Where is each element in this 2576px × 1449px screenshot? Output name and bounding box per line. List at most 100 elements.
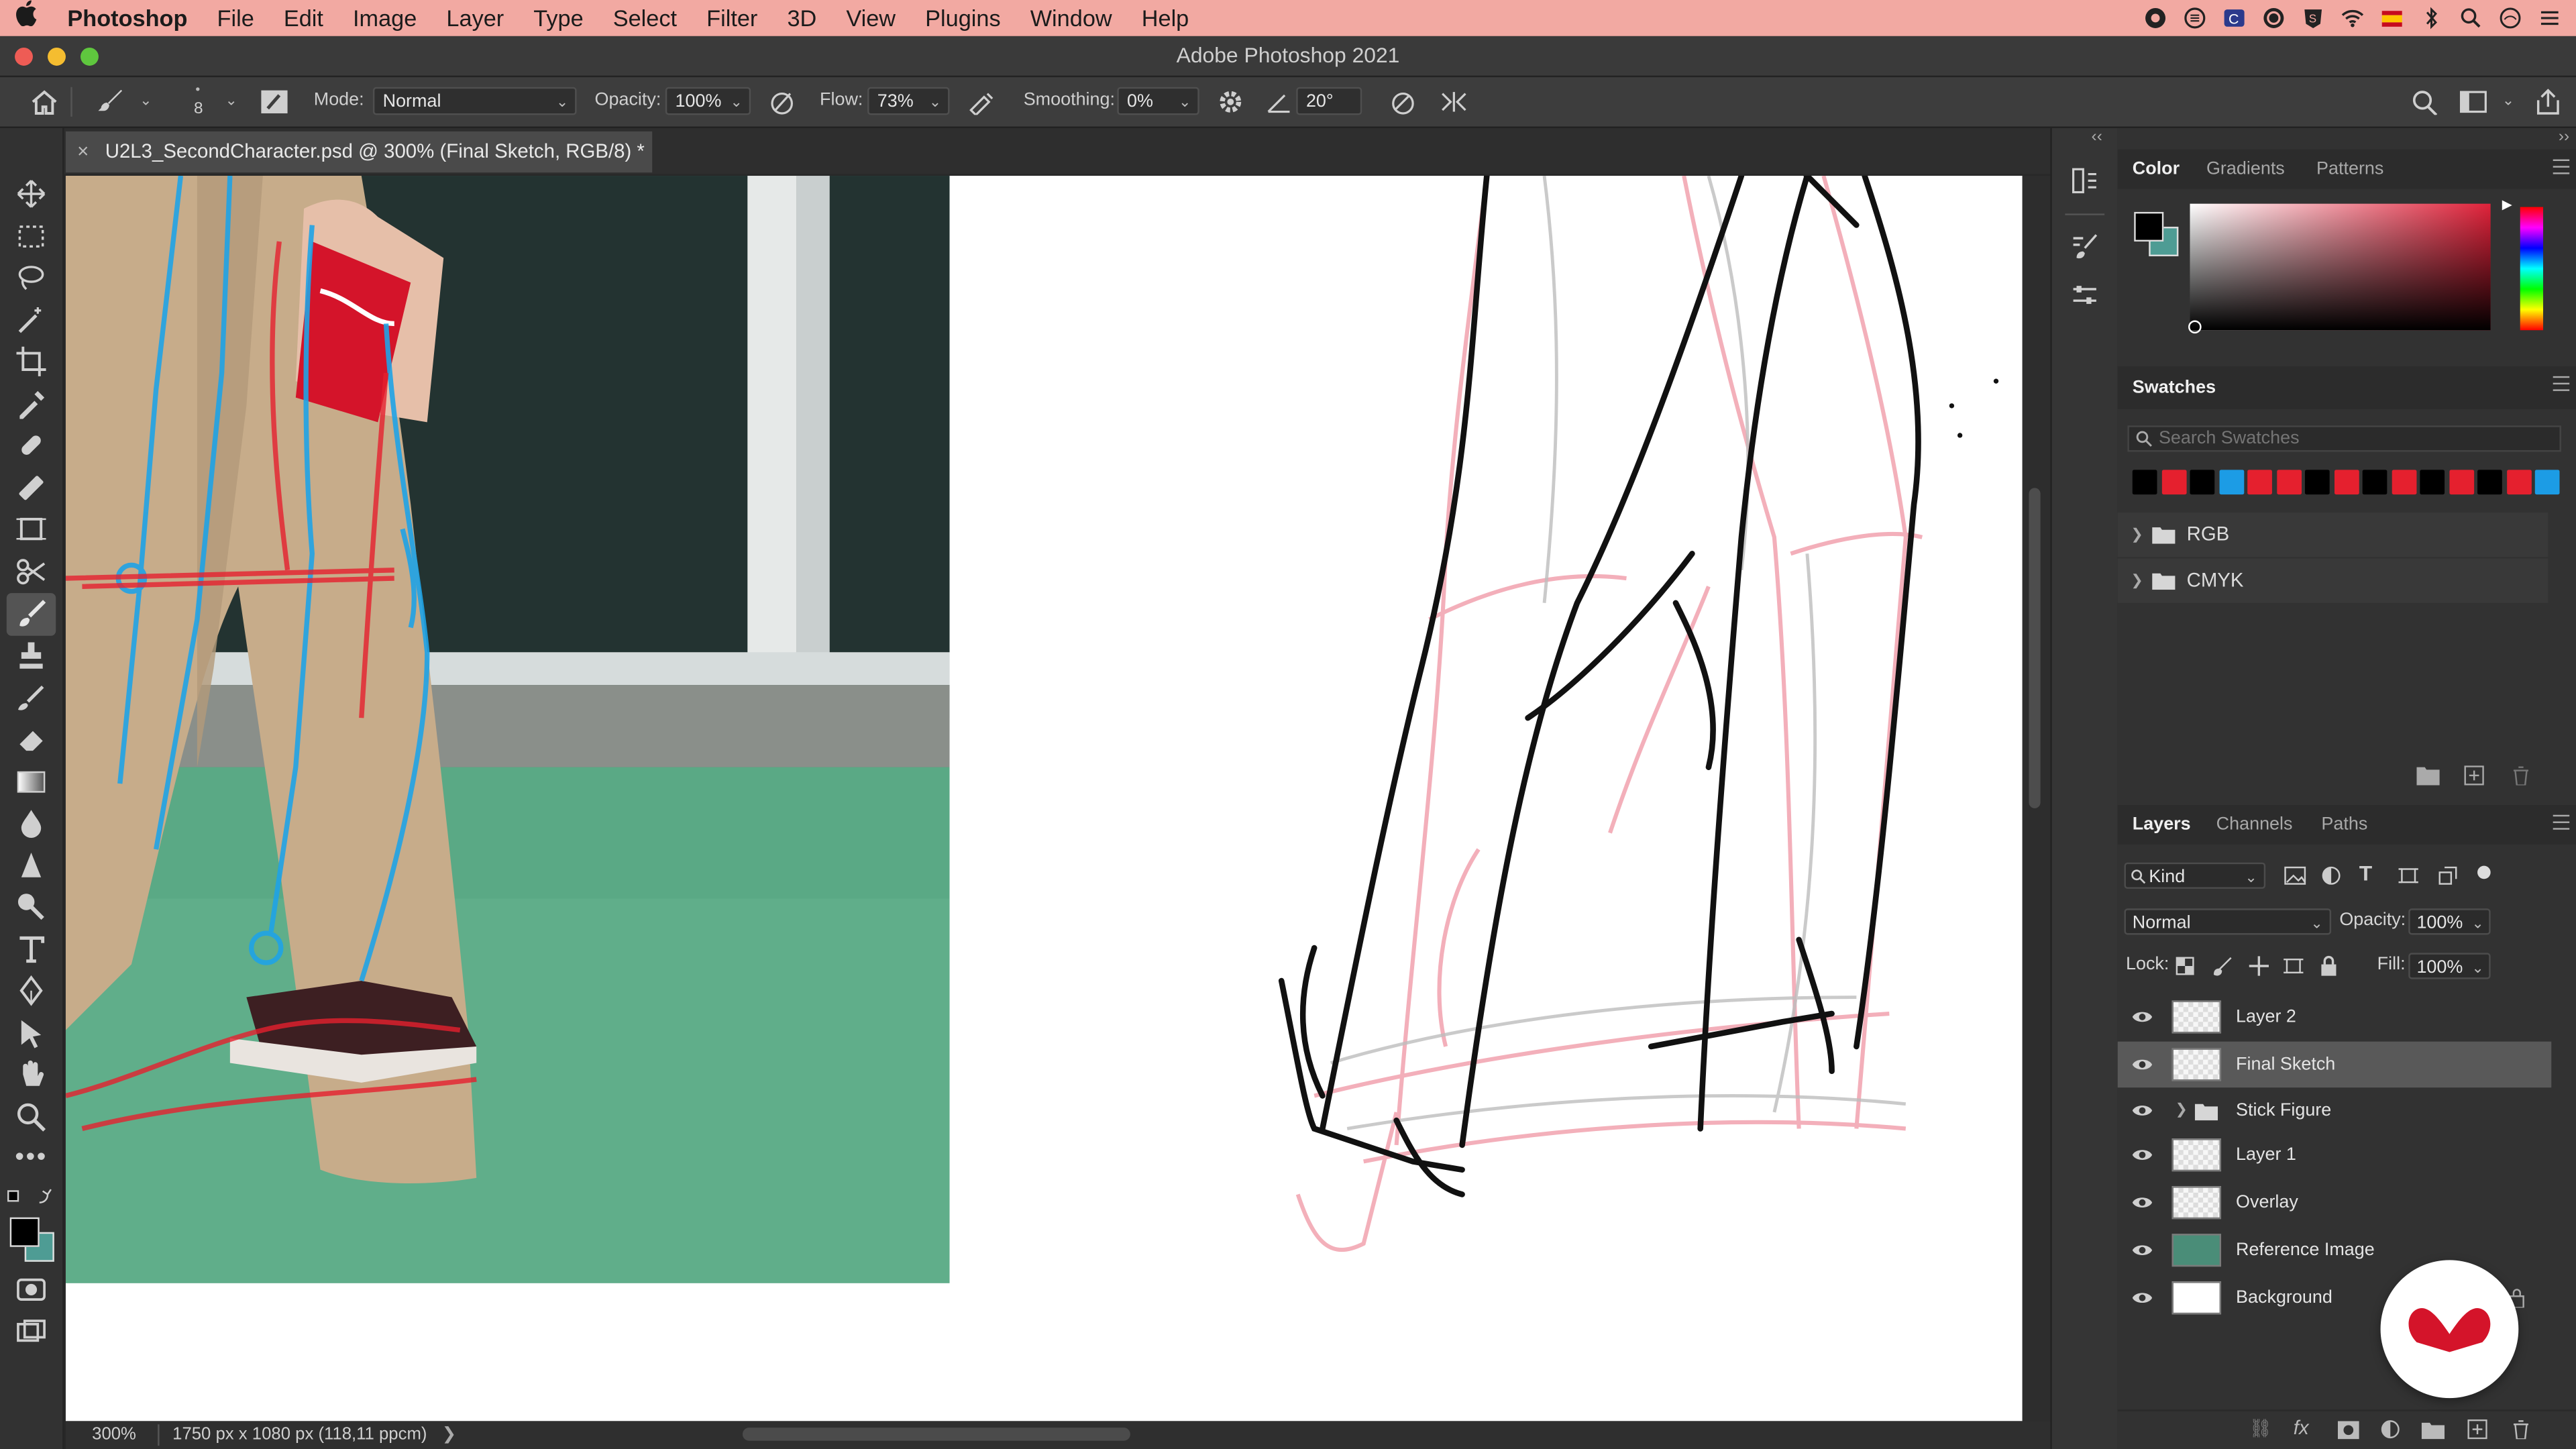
filter-smart-object-icon[interactable] [2438,866,2457,885]
zoom-tool-icon[interactable] [15,1101,48,1134]
status-app-icon-1[interactable] [2142,7,2168,30]
menu-select[interactable]: Select [598,0,692,36]
wifi-icon[interactable] [2339,7,2365,30]
layer-opacity-field[interactable]: 100% ⌄ [2408,908,2491,935]
menu-image[interactable]: Image [338,0,431,36]
path-pen-tool-icon[interactable] [15,974,48,1007]
flow-field[interactable]: 73% ⌄ [867,87,950,115]
document-tab[interactable]: × U2L3_SecondCharacter.psd @ 300% (Final… [65,131,653,173]
brush-picker-chevron-icon[interactable]: ⌄ [225,92,237,110]
eye-icon[interactable] [2132,1007,2153,1026]
gear-icon[interactable] [1216,89,1245,115]
swatch-12[interactable] [2477,470,2502,495]
horizontal-scroll-thumb[interactable] [742,1428,1130,1441]
layer-mask-icon[interactable] [2337,1421,2359,1440]
swatch-3[interactable] [2218,470,2244,495]
new-swatch-icon[interactable] [2464,765,2484,786]
path-selection-tool-icon[interactable] [15,1017,48,1050]
share-icon[interactable] [2533,89,2563,115]
brush-settings-icon[interactable] [260,89,289,115]
eye-icon[interactable] [2132,1240,2153,1260]
swatch-4[interactable] [2247,470,2272,495]
artboard-tool-icon[interactable] [15,513,48,545]
brush-tool-preset-icon[interactable] [97,89,126,115]
swatch-1[interactable] [2161,470,2186,495]
tab-layers[interactable]: Layers [2133,805,2191,845]
swatch-2[interactable] [2190,470,2215,495]
eye-icon[interactable] [2132,1145,2153,1165]
angle-icon[interactable] [1265,89,1295,115]
lock-transparent-pixels-icon[interactable] [2175,956,2194,975]
link-layers-icon[interactable]: ⛓ [2249,1417,2272,1439]
eye-icon[interactable] [2132,1055,2153,1074]
swatch-5[interactable] [2276,470,2301,495]
gradient-tool-icon[interactable] [15,765,48,798]
eye-icon[interactable] [2132,1288,2153,1307]
menu-help[interactable]: Help [1127,0,1204,36]
color-picker-cursor[interactable] [2188,320,2202,334]
swatches-search-input[interactable] [2158,427,2553,451]
swatch-folder-cmyk[interactable]: ❯ CMYK [2117,558,2548,603]
pressure-opacity-icon[interactable] [767,89,797,115]
menu-plugins[interactable]: Plugins [910,0,1016,36]
tab-channels[interactable]: Channels [2216,805,2293,845]
home-icon[interactable] [30,89,59,115]
scissors-tool-icon[interactable] [15,555,48,588]
fx-icon[interactable]: fx [2294,1416,2309,1439]
swatch-8[interactable] [2362,470,2387,495]
crop-tool-icon[interactable] [15,345,48,378]
status-app-icon-4[interactable] [2261,7,2287,30]
bandage-tool-icon[interactable] [15,472,48,504]
control-center-icon[interactable] [2536,7,2563,30]
swatches-search[interactable] [2127,425,2561,452]
adjustment-layer-icon[interactable] [2381,1419,2400,1439]
layer-row[interactable]: ❯ Stick Figure [2118,1087,2552,1134]
filter-shape-icon[interactable] [2398,866,2418,885]
chevron-right-icon[interactable]: ❯ [2175,1101,2187,1119]
healing-brush-tool-icon[interactable] [15,429,48,462]
swatch-13[interactable] [2506,470,2531,495]
siri-icon[interactable] [2497,7,2523,30]
brush-tool-icon[interactable] [15,598,48,631]
chevron-down-icon[interactable]: ⌄ [140,92,152,110]
eye-icon[interactable] [2132,1101,2153,1120]
vertical-scroll-thumb[interactable] [2029,488,2041,808]
color-panel-menu-icon[interactable] [2553,159,2570,174]
magic-wand-tool-icon[interactable] [15,304,48,337]
clone-stamp-tool-icon[interactable] [15,639,48,672]
lock-position-icon[interactable] [2249,956,2269,976]
filter-type-icon[interactable]: T [2359,861,2372,885]
blend-mode-select[interactable]: Normal ⌄ [2124,908,2332,935]
tab-paths[interactable]: Paths [2321,805,2367,845]
layers-panel-menu-icon[interactable] [2553,814,2570,830]
layer-row[interactable]: Final Sketch [2117,1041,2552,1088]
lock-image-pixels-icon[interactable] [2213,956,2233,976]
new-group-folder-icon[interactable] [2416,765,2440,786]
workspace-icon[interactable] [2459,89,2489,115]
swatches-panel-menu-icon[interactable] [2553,376,2570,391]
filter-adjustment-icon[interactable] [2321,866,2341,885]
history-brush-tool-icon[interactable] [15,682,48,714]
angle-field[interactable]: 20° [1296,87,1362,115]
airbrush-icon[interactable] [967,89,997,115]
layer-row[interactable]: Overlay [2118,1179,2552,1226]
menu-app-name[interactable]: Photoshop [52,0,202,36]
apple-icon[interactable] [0,0,52,36]
close-tab-icon[interactable]: × [77,131,89,172]
swatch-0[interactable] [2132,470,2157,495]
swatch-11[interactable] [2449,470,2473,495]
lock-artboard-icon[interactable] [2284,956,2304,975]
collapse-strip-icon[interactable]: ‹‹ [2092,128,2102,146]
hue-slider[interactable] [2520,207,2544,331]
new-group-icon[interactable] [2421,1421,2445,1440]
brush-settings-panel-icon[interactable] [2070,231,2100,261]
status-menu-arrow-icon[interactable]: ❯ [442,1421,457,1449]
chevron-right-icon[interactable]: ❯ [2131,559,2143,603]
search-icon[interactable] [2410,89,2440,115]
zoom-level[interactable]: 300% [92,1421,136,1449]
swatch-14[interactable] [2534,470,2560,495]
quick-mask-icon[interactable] [15,1273,48,1306]
status-app-icon-2[interactable] [2182,7,2208,30]
filter-pixel-icon[interactable] [2284,866,2306,885]
foreground-color-swatch[interactable] [9,1217,40,1247]
